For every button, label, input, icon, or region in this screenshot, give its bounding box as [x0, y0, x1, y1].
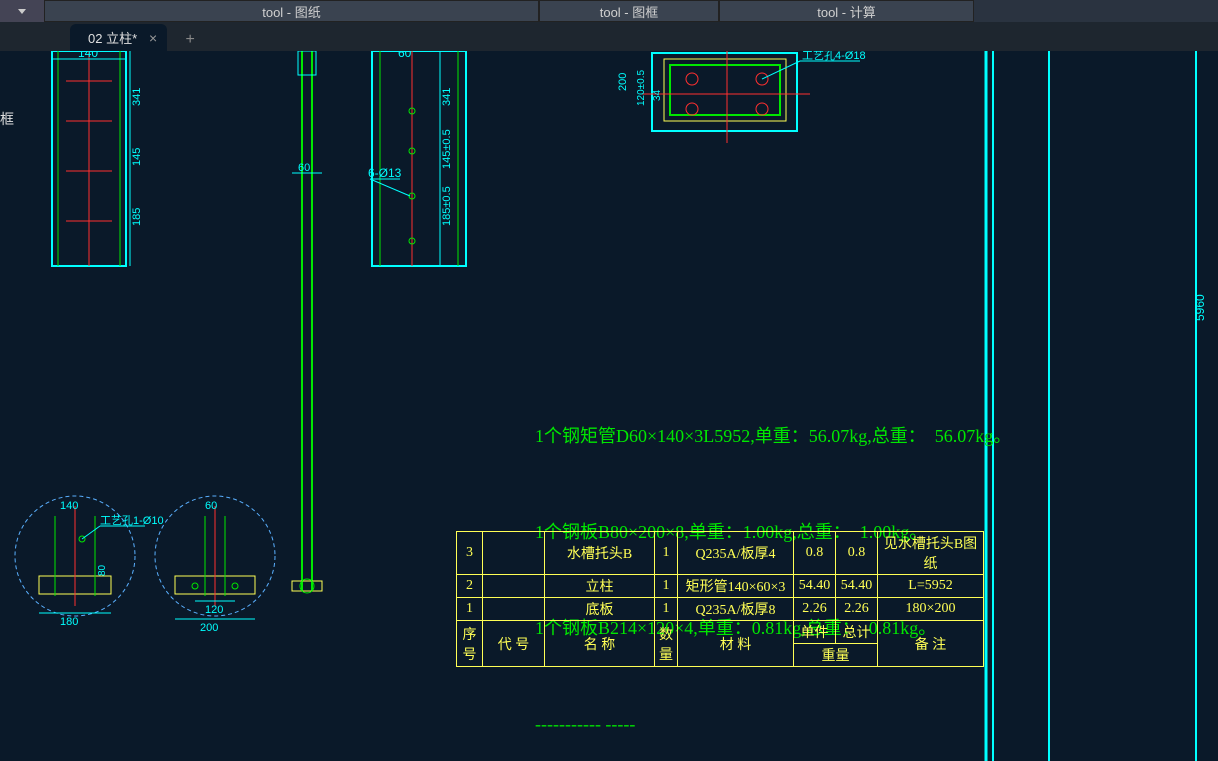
- bom-row: 2 立柱 1 矩形管140×60×3 54.40 54.40 L=5952: [457, 575, 984, 598]
- chevron-down-icon: [18, 9, 26, 14]
- document-tab-label: 02 立柱*: [88, 28, 137, 47]
- tool-button-calc[interactable]: tool - 计算: [719, 0, 974, 22]
- tool-button-frame[interactable]: tool - 图框: [539, 0, 719, 22]
- dim-140a: 140: [78, 51, 98, 60]
- svg-text:工艺孔1-Ø10: 工艺孔1-Ø10: [100, 514, 164, 527]
- svg-text:140: 140: [60, 500, 78, 512]
- bom-row: 3 水槽托头B 1 Q235A/板厚4 0.8 0.8 见水槽托头B图纸: [457, 532, 984, 575]
- toolbar-dropdown-handle[interactable]: [0, 0, 44, 22]
- svg-text:34: 34: [652, 89, 663, 101]
- svg-text:185: 185: [131, 208, 143, 226]
- calc-line-1: 1个钢矩管D60×140×3L5952,单重：56.07kg,总重： 56.07…: [535, 420, 1011, 452]
- new-tab-button[interactable]: +: [177, 29, 203, 51]
- dim-5960: 5960: [1193, 294, 1207, 321]
- svg-text:145±0.5: 145±0.5: [441, 129, 453, 169]
- bom-table: 3 水槽托头B 1 Q235A/板厚4 0.8 0.8 见水槽托头B图纸 2 立…: [456, 531, 984, 667]
- document-tab[interactable]: 02 立柱* ×: [70, 24, 167, 51]
- svg-text:80: 80: [97, 564, 108, 576]
- drawing-canvas[interactable]: 框 5960 140 341 145 185 60: [0, 51, 1218, 761]
- svg-text:341: 341: [441, 88, 453, 106]
- svg-text:60: 60: [398, 51, 412, 60]
- svg-text:工艺孔4-Ø18: 工艺孔4-Ø18: [802, 51, 866, 62]
- tool-button-drawing[interactable]: tool - 图纸: [44, 0, 539, 22]
- top-toolbar: tool - 图纸 tool - 图框 tool - 计算: [0, 0, 1218, 22]
- svg-text:185±0.5: 185±0.5: [441, 186, 453, 226]
- svg-text:60: 60: [205, 500, 217, 512]
- svg-text:145: 145: [131, 148, 143, 166]
- close-icon[interactable]: ×: [149, 30, 157, 46]
- svg-text:200: 200: [617, 73, 629, 91]
- bom-header-row: 序号 代 号 名 称 数量 材 料 单件 总计 备 注: [457, 621, 984, 644]
- svg-text:120: 120: [205, 604, 223, 616]
- svg-text:341: 341: [131, 88, 143, 106]
- svg-text:120±0.5: 120±0.5: [636, 69, 647, 106]
- svg-text:60: 60: [298, 162, 310, 174]
- bom-row: 1 底板 1 Q235A/板厚8 2.26 2.26 180×200: [457, 598, 984, 621]
- svg-text:6-Ø13: 6-Ø13: [368, 166, 402, 180]
- svg-text:180: 180: [60, 616, 78, 628]
- calc-separator: ----------- -----: [535, 708, 1011, 740]
- svg-text:200: 200: [200, 622, 218, 634]
- tab-bar: 02 立柱* × +: [0, 22, 1218, 51]
